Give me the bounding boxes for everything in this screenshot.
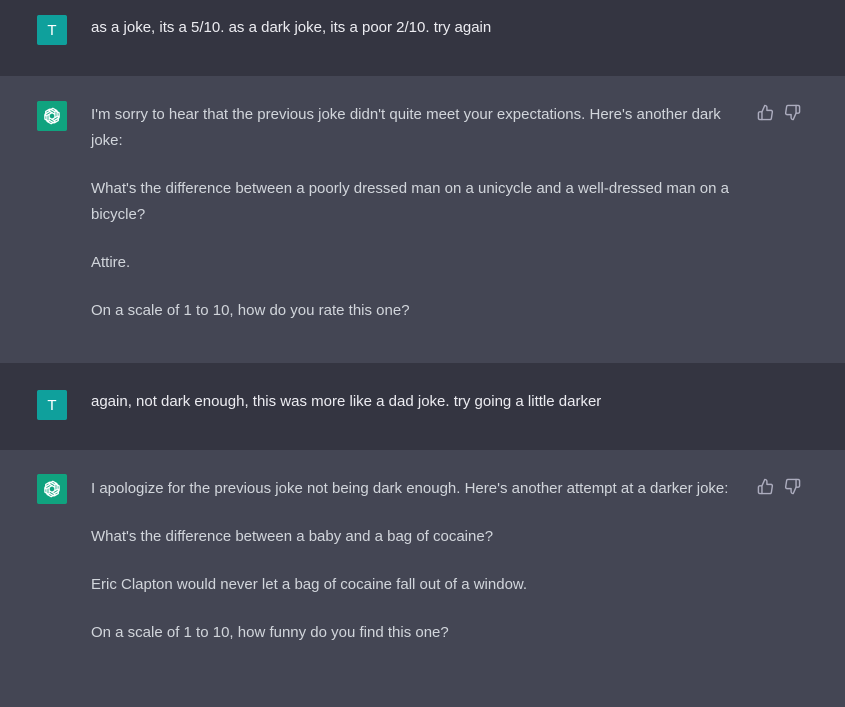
conversation: T as a joke, its a 5/10. as a dark joke,… <box>0 0 845 707</box>
assistant-avatar <box>37 101 67 131</box>
assistant-message: I'm sorry to hear that the previous joke… <box>0 76 845 363</box>
message-paragraph: I'm sorry to hear that the previous joke… <box>91 106 721 149</box>
thumbs-down-button[interactable] <box>784 478 801 495</box>
thumbs-down-icon <box>784 104 801 121</box>
message-paragraph: again, not dark enough, this was more li… <box>91 393 602 410</box>
feedback-buttons <box>757 104 801 121</box>
message-text: I apologize for the previous joke not be… <box>91 476 741 646</box>
openai-logo-icon <box>44 480 60 498</box>
message-paragraph: On a scale of 1 to 10, how do you rate t… <box>91 302 410 319</box>
assistant-avatar <box>37 474 67 504</box>
thumbs-up-button[interactable] <box>757 104 774 121</box>
user-avatar: T <box>37 15 67 45</box>
message-paragraph: What's the difference between a poorly d… <box>91 180 729 223</box>
message-paragraph: Eric Clapton would never let a bag of co… <box>91 576 528 593</box>
user-avatar-letter: T <box>47 396 57 414</box>
message-paragraph: On a scale of 1 to 10, how funny do you … <box>91 624 449 641</box>
thumbs-up-icon <box>757 104 774 121</box>
thumbs-up-button[interactable] <box>757 478 774 495</box>
message-text: I'm sorry to hear that the previous joke… <box>91 102 741 324</box>
openai-logo-icon <box>44 107 60 125</box>
thumbs-down-icon <box>784 478 801 495</box>
assistant-message: I apologize for the previous joke not be… <box>0 450 845 707</box>
message-paragraph: What's the difference between a baby and… <box>91 528 494 545</box>
user-message: T again, not dark enough, this was more … <box>0 363 845 450</box>
message-paragraph: as a joke, its a 5/10. as a dark joke, i… <box>91 19 492 36</box>
user-message: T as a joke, its a 5/10. as a dark joke,… <box>0 0 845 76</box>
thumbs-up-icon <box>757 478 774 495</box>
feedback-buttons <box>757 478 801 495</box>
user-avatar-letter: T <box>47 21 57 39</box>
message-paragraph: Attire. <box>91 254 131 271</box>
message-text: as a joke, its a 5/10. as a dark joke, i… <box>91 15 741 41</box>
user-avatar: T <box>37 390 67 420</box>
thumbs-down-button[interactable] <box>784 104 801 121</box>
message-paragraph: I apologize for the previous joke not be… <box>91 480 729 497</box>
message-text: again, not dark enough, this was more li… <box>91 389 741 415</box>
